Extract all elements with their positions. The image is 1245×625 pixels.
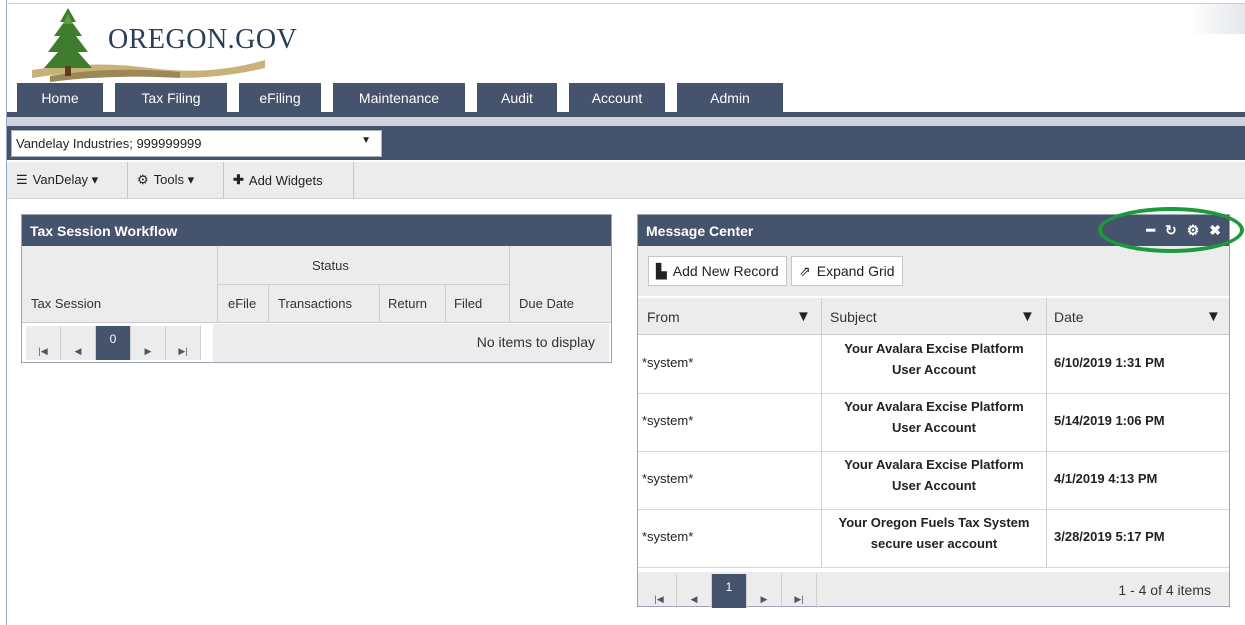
col-transactions[interactable]: Transactions — [278, 296, 352, 311]
row-from: *system* — [642, 529, 694, 544]
vandelay-menu-button[interactable]: ☰ VanDelay ▾ — [7, 162, 128, 198]
file-icon: ▙ — [656, 262, 667, 279]
table-row[interactable]: *system* Your Avalara Excise Platform Us… — [638, 335, 1229, 394]
page-number[interactable]: 1 — [712, 574, 747, 608]
page-border-top — [6, 3, 1245, 4]
account-select-value: Vandelay Industries; 999999999 — [16, 136, 202, 151]
main-nav: Home Tax Filing eFiling Maintenance Audi… — [7, 83, 1245, 117]
tax-session-grid-header: Status Tax Session eFile Transactions Re… — [22, 246, 611, 323]
row-date: 6/10/2019 1:31 PM — [1054, 355, 1165, 370]
col-efile[interactable]: eFile — [228, 296, 256, 311]
col-tax-session[interactable]: Tax Session — [31, 296, 101, 311]
add-new-record-label: Add New Record — [672, 263, 779, 279]
gear-icon: ⚙ — [137, 172, 149, 187]
last-page-icon[interactable]: ▶| — [166, 326, 201, 360]
col-subject[interactable]: Subject — [830, 309, 877, 325]
vandelay-menu-label: VanDelay ▾ — [32, 172, 99, 187]
no-items-text: No items to display — [476, 334, 595, 350]
widget-title: Tax Session Workflow — [22, 215, 611, 246]
nav-tab-admin[interactable]: Admin — [677, 83, 783, 112]
row-date: 3/28/2019 5:17 PM — [1054, 529, 1165, 544]
nav-tab-tax-filing[interactable]: Tax Filing — [115, 83, 227, 112]
nav-separator — [7, 117, 1245, 126]
row-subject: Your Avalara Excise Platform User Accoun… — [844, 399, 1024, 435]
message-center-widget: Message Center ━ ↻ ⚙ ✖ ▙ Add New Record … — [637, 214, 1230, 608]
dashboard-toolbar: ☰ VanDelay ▾ ⚙ Tools ▾ ✚ Add Widgets — [7, 162, 1245, 199]
nav-tab-maintenance[interactable]: Maintenance — [333, 83, 465, 112]
plus-icon: ✚ — [233, 172, 244, 187]
logo-wordmark: OREGON.GOV — [108, 24, 298, 55]
nav-tab-audit[interactable]: Audit — [477, 83, 557, 112]
table-row[interactable]: *system* Your Avalara Excise Platform Us… — [638, 451, 1229, 510]
first-page-icon[interactable]: |◀ — [642, 574, 677, 608]
items-count: 1 - 4 of 4 items — [1118, 582, 1211, 598]
first-page-icon[interactable]: |◀ — [26, 326, 61, 360]
add-widgets-label: Add Widgets — [248, 172, 323, 188]
row-from: *system* — [642, 471, 694, 486]
next-page-icon[interactable]: ▶ — [747, 574, 782, 608]
widget-title: Message Center — [646, 222, 754, 239]
row-from: *system* — [642, 355, 694, 370]
col-due-date[interactable]: Due Date — [519, 296, 574, 311]
dropdown-arrow-icon: ▼ — [361, 135, 371, 146]
col-date[interactable]: Date — [1054, 309, 1084, 325]
row-date: 4/1/2019 4:13 PM — [1054, 471, 1158, 486]
highlight-annotation — [1098, 207, 1244, 253]
col-filed[interactable]: Filed — [454, 296, 482, 311]
account-select[interactable]: Vandelay Industries; 999999999 ▼ — [11, 130, 382, 157]
nav-tab-home[interactable]: Home — [17, 83, 103, 112]
filter-icon[interactable]: ▼ — [1020, 308, 1035, 325]
nav-tab-account[interactable]: Account — [569, 83, 665, 112]
col-return[interactable]: Return — [388, 296, 427, 311]
row-date: 5/14/2019 1:06 PM — [1054, 413, 1165, 428]
tax-session-workflow-widget: Tax Session Workflow Status Tax Session … — [21, 214, 612, 363]
tax-session-pager: |◀ ◀ 0 ▶ ▶| — [26, 326, 201, 360]
nav-tab-efiling[interactable]: eFiling — [239, 83, 321, 112]
prev-page-icon[interactable]: ◀ — [61, 326, 96, 360]
row-subject: Your Avalara Excise Platform User Accoun… — [844, 341, 1024, 377]
message-toolbar: ▙ Add New Record ⇗ Expand Grid — [638, 246, 1229, 296]
message-pager: |◀ ◀ 1 ▶ ▶| — [642, 574, 817, 608]
page-number[interactable]: 0 — [96, 326, 131, 360]
message-pager-bar: |◀ ◀ 1 ▶ ▶| 1 - 4 of 4 items — [638, 572, 1229, 608]
table-row[interactable]: *system* Your Oregon Fuels Tax System se… — [638, 509, 1229, 568]
filter-icon[interactable]: ▼ — [1206, 308, 1221, 325]
row-subject: Your Avalara Excise Platform User Accoun… — [844, 457, 1024, 493]
add-new-record-button[interactable]: ▙ Add New Record — [648, 256, 787, 286]
expand-grid-label: Expand Grid — [816, 263, 895, 279]
tools-menu-label: Tools ▾ — [153, 172, 195, 187]
add-widgets-button[interactable]: ✚ Add Widgets — [224, 162, 354, 198]
corner-shade — [1190, 4, 1245, 34]
next-page-icon[interactable]: ▶ — [131, 326, 166, 360]
external-link-icon: ⇗ — [799, 262, 811, 279]
tools-menu-button[interactable]: ⚙ Tools ▾ — [128, 162, 224, 198]
row-from: *system* — [642, 413, 694, 428]
col-from[interactable]: From — [647, 309, 680, 325]
row-subject: Your Oregon Fuels Tax System secure user… — [838, 515, 1030, 551]
oregon-logo[interactable]: OREGON.GOV — [30, 8, 300, 82]
status-group-header: Status — [312, 258, 349, 273]
last-page-icon[interactable]: ▶| — [782, 574, 817, 608]
filter-icon[interactable]: ▼ — [796, 308, 811, 325]
prev-page-icon[interactable]: ◀ — [677, 574, 712, 608]
table-row[interactable]: *system* Your Avalara Excise Platform Us… — [638, 393, 1229, 452]
expand-grid-button[interactable]: ⇗ Expand Grid — [791, 256, 903, 286]
message-grid-header: From ▼ Subject ▼ Date ▼ — [638, 298, 1229, 335]
list-icon: ☰ — [16, 172, 28, 187]
